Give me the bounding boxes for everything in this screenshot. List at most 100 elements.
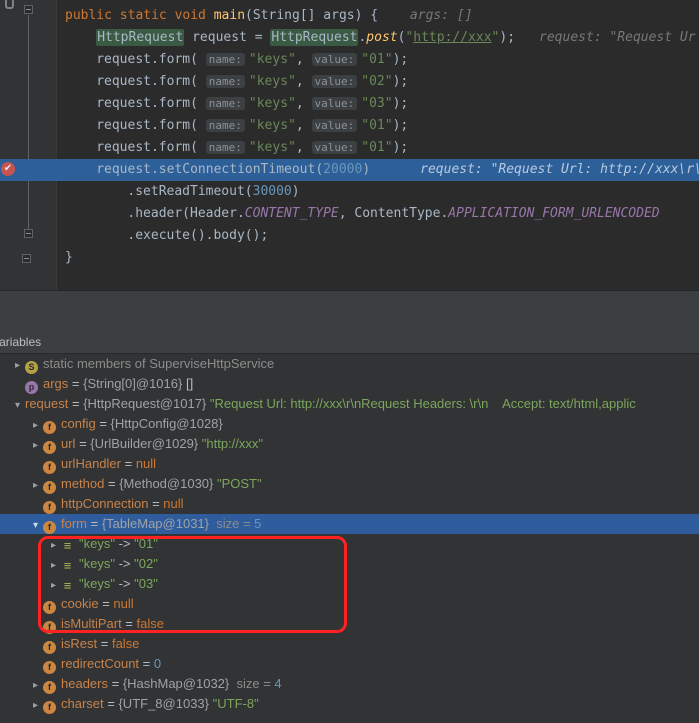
variables-panel-title: Variables <box>0 335 42 349</box>
field-icon: f <box>43 481 56 494</box>
code-token: , <box>295 52 312 67</box>
variable-text: "Request Url: http://xxx\r\nRequest Head… <box>209 396 636 411</box>
code-line[interactable]: HttpRequest request = HttpRequest.post("… <box>57 27 699 49</box>
variable-text: false <box>111 636 140 651</box>
variable-row[interactable]: ▾ f form = {TableMap@1031} size = 5 <box>0 514 699 534</box>
variable-text: -> <box>114 576 135 591</box>
breakpoint-verified-icon[interactable]: ✔ <box>1 162 15 176</box>
variable-row[interactable]: ▸ f url = {UrlBuilder@1029} "http://xxx" <box>0 434 699 454</box>
fold-collapse-icon[interactable] <box>24 229 33 238</box>
variable-row[interactable]: f isRest = false <box>0 634 699 654</box>
fold-collapse-icon[interactable] <box>24 5 33 14</box>
code-token: request.form( <box>96 52 206 67</box>
variable-text: = <box>68 376 84 391</box>
code-token: request.form( <box>96 118 206 133</box>
variable-text: = <box>75 436 91 451</box>
code-line[interactable]: } <box>57 247 699 269</box>
variable-text: = <box>103 696 119 711</box>
variable-row[interactable]: ▸ ≡ "keys" -> "01" <box>0 534 699 554</box>
variable-row[interactable]: ▸ f config = {HttpConfig@1028} <box>0 414 699 434</box>
field-icon: f <box>43 441 56 454</box>
debugger-panel-header: Variables <box>0 290 699 354</box>
variable-text: {HttpRequest@1017} <box>83 396 210 411</box>
code-token: "keys" <box>248 74 296 89</box>
code-token: 30000 <box>252 184 292 199</box>
code-line[interactable]: request.form( name: "keys", value: "01"); <box>57 137 699 159</box>
variable-text: config <box>61 416 96 431</box>
variable-row[interactable]: f cookie = null <box>0 594 699 614</box>
chevron-right-icon[interactable]: ▸ <box>10 356 25 374</box>
variable-row[interactable]: f httpConnection = null <box>0 494 699 514</box>
variable-row[interactable]: ▸ ≡ "keys" -> "02" <box>0 554 699 574</box>
chevron-right-icon[interactable]: ▸ <box>46 576 61 594</box>
code-token: ); <box>392 52 409 67</box>
chevron-down-icon[interactable]: ▾ <box>28 516 43 534</box>
code-line[interactable]: .setReadTimeout(30000) <box>57 181 699 203</box>
field-icon: f <box>43 681 56 694</box>
code-line[interactable]: request.form( name: "keys", value: "01"); <box>57 49 699 71</box>
code-token: request.form( <box>96 74 206 89</box>
variable-text: = <box>121 616 137 631</box>
field-icon: f <box>43 661 56 674</box>
code-token: request = <box>184 30 271 45</box>
code-line[interactable]: request.form( name: "keys", value: "01"); <box>57 115 699 137</box>
parameter-hint: name: <box>205 141 245 154</box>
variable-text: false <box>136 616 164 631</box>
variable-row[interactable]: ▸ f method = {Method@1030} "POST" <box>0 474 699 494</box>
variable-text: "UTF-8" <box>212 696 259 711</box>
chevron-right-icon[interactable]: ▸ <box>28 416 43 434</box>
code-token: "01" <box>361 118 393 133</box>
chevron-down-icon[interactable]: ▾ <box>10 396 25 414</box>
code-token: ); <box>392 96 409 111</box>
variable-text: {UrlBuilder@1029} <box>90 436 202 451</box>
chevron-right-icon[interactable]: ▸ <box>28 436 43 454</box>
variable-text: form <box>61 516 87 531</box>
chevron-right-icon[interactable]: ▸ <box>28 476 43 494</box>
code-token: , <box>295 118 312 133</box>
code-token: .setReadTimeout( <box>127 184 253 199</box>
variable-text: = <box>87 516 102 531</box>
code-token: ); <box>499 30 516 45</box>
code-token: , <box>295 74 312 89</box>
field-icon: f <box>43 601 56 614</box>
code-line[interactable]: .execute().body(); <box>57 225 699 247</box>
code-line[interactable]: .header(Header.CONTENT_TYPE, ContentType… <box>57 203 699 225</box>
variable-row[interactable]: ▸ ≡ "keys" -> "03" <box>0 574 699 594</box>
chevron-right-icon[interactable]: ▸ <box>46 536 61 554</box>
code-token: post <box>366 30 398 45</box>
code-lines[interactable]: public static void main(String[] args) {… <box>57 5 699 269</box>
code-line[interactable]: request.form( name: "keys", value: "02"); <box>57 71 699 93</box>
parameter-hint: name: <box>205 75 245 88</box>
variable-text: args <box>43 376 69 391</box>
code-line[interactable]: request.setConnectionTimeout(20000) reque… <box>57 159 699 181</box>
fold-collapse-icon[interactable] <box>22 254 31 263</box>
variable-text: {HashMap@1032} <box>122 676 237 691</box>
editor-gutter <box>0 0 57 290</box>
field-icon: f <box>43 521 56 534</box>
code-line[interactable]: public static void main(String[] args) {… <box>57 5 699 27</box>
parameter-hint: value: <box>311 53 358 66</box>
variable-row[interactable]: f isMultiPart = false <box>0 614 699 634</box>
chevron-right-icon[interactable]: ▸ <box>46 556 61 574</box>
parameter-hint: value: <box>311 119 358 132</box>
variable-row[interactable]: p args = {String[0]@1016} [] <box>0 374 699 394</box>
variable-row[interactable]: ▾ request = {HttpRequest@1017} "Request U… <box>0 394 699 414</box>
variable-row[interactable]: ▸ f headers = {HashMap@1032} size = 4 <box>0 674 699 694</box>
variable-text: "keys" <box>79 556 115 571</box>
variable-row[interactable]: f redirectCount = 0 <box>0 654 699 674</box>
variables-tree[interactable]: ▸ Sstatic members of SuperviseHttpService… <box>0 354 699 723</box>
variable-text: "01" <box>134 536 158 551</box>
code-token: .header(Header. <box>127 206 245 221</box>
variable-row[interactable]: f urlHandler = null <box>0 454 699 474</box>
code-line[interactable]: request.form( name: "keys", value: "03"); <box>57 93 699 115</box>
variable-row[interactable]: ▸ Sstatic members of SuperviseHttpService <box>0 354 699 374</box>
code-token: "03" <box>361 96 393 111</box>
chevron-right-icon[interactable]: ▸ <box>28 676 43 694</box>
variable-row[interactable]: ▸ f charset = {UTF_8@1033} "UTF-8" <box>0 694 699 714</box>
chevron-right-icon[interactable]: ▸ <box>28 696 43 714</box>
variable-text: = <box>107 676 123 691</box>
parameter-hint: name: <box>205 119 245 132</box>
bookmark-icon <box>5 0 14 9</box>
code-token: .execute().body(); <box>127 228 269 243</box>
code-editor[interactable]: ✔ public static void main(String[] args)… <box>0 0 699 290</box>
